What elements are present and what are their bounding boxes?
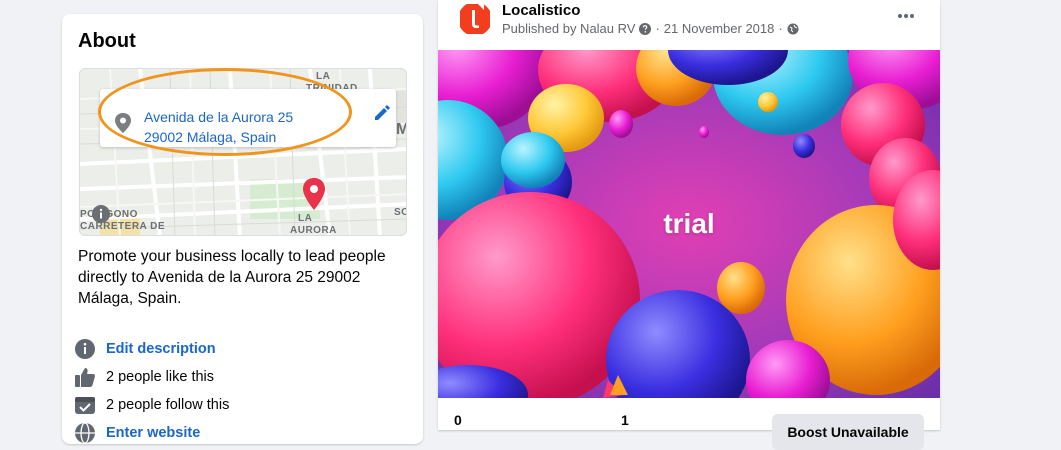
help-icon[interactable] [639,22,652,35]
follows-count-text: 2 people follow this [106,397,230,413]
more-options-icon[interactable] [892,6,920,26]
map-label: LA [298,213,313,224]
meta-separator: · [655,21,660,36]
likes-row: 2 people like this [74,366,214,388]
image-caption: trial [663,208,715,239]
info-icon [75,339,95,359]
globe-icon [75,422,95,444]
page-name[interactable]: Localistico [502,2,580,19]
map-info-icon[interactable] [92,205,110,223]
about-card: About LA CARRETERA DE LA AURORA S Avenid… [62,14,423,444]
stat-middle: 1 [621,412,629,428]
post-meta: Published by Nalau RV · 21 November 2018… [502,21,803,36]
location-pin-icon [115,113,131,133]
boost-unavailable-button[interactable]: Boost Unavailable [772,414,924,450]
promote-description: Promote your business locally to lead pe… [78,248,386,307]
edit-description-link[interactable]: Edit description [106,341,216,357]
meta-separator: · [778,21,783,36]
follow-icon [75,397,95,414]
address-box[interactable]: Avenida de la Aurora 25 29002 Málaga, Sp… [100,89,396,147]
edit-description-row[interactable]: Edit description [74,338,216,360]
localistico-logo-icon [458,2,492,36]
map-label: M [396,121,406,139]
thumbs-up-icon [75,368,95,387]
enter-website-link[interactable]: Enter website [106,425,200,441]
about-title: About [78,30,136,52]
map-label: AURORA [290,225,337,236]
likes-count-text: 2 people like this [106,369,215,385]
post-date[interactable]: 21 November 2018 [664,21,775,36]
follows-row: 2 people follow this [74,394,229,416]
map-label: LA [316,71,331,82]
post-image[interactable]: trial [438,50,940,398]
address-line-1[interactable]: Avenida de la Aurora 25 [144,109,293,125]
location-map[interactable]: LA TRINIDAD M MARMOLES POLIGONO CARRETER… [79,68,407,236]
stat-left: 0 [454,412,462,428]
map-label: SO [394,207,406,218]
published-by-text[interactable]: Published by Nalau RV [502,21,635,36]
page-avatar[interactable] [458,2,492,36]
pencil-icon[interactable] [372,103,392,123]
website-row[interactable]: Enter website [74,422,200,444]
globe-icon [787,23,799,34]
map-marker-icon [303,178,325,210]
address-line-2[interactable]: 29002 Málaga, Spain [144,129,276,145]
post-card: Localistico Published by Nalau RV · 21 N… [438,0,940,450]
